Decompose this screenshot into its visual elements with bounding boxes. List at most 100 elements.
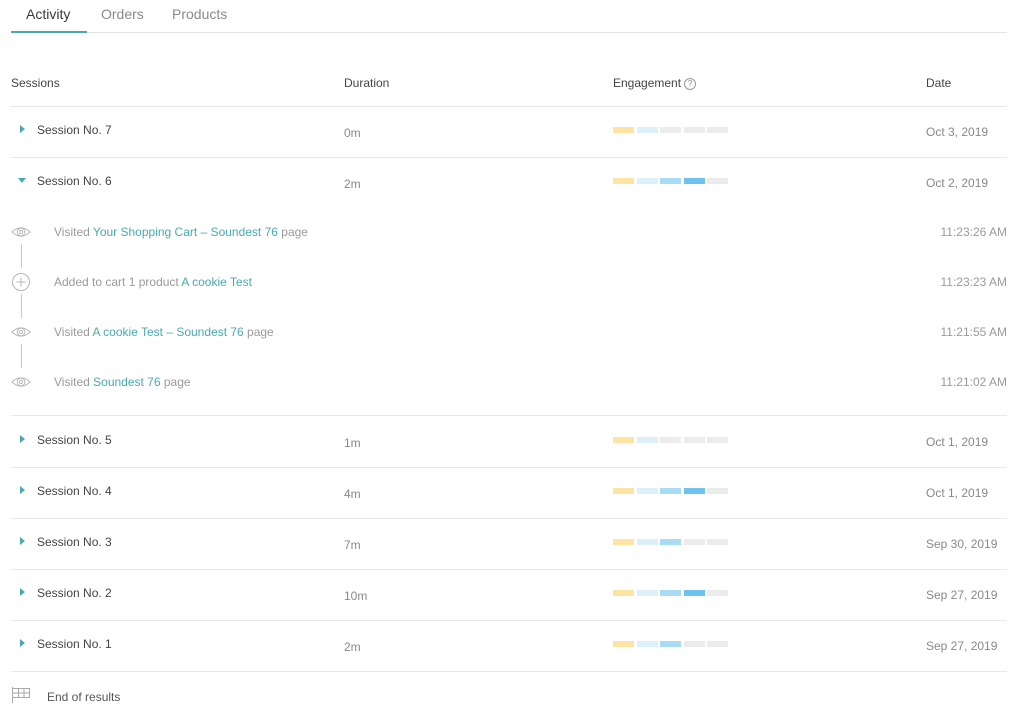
caret-right-icon[interactable]	[20, 486, 25, 494]
caret-right-icon[interactable]	[20, 435, 25, 443]
engagement-segment	[613, 127, 634, 133]
engagement-segment	[707, 437, 728, 443]
engagement-segment	[636, 539, 658, 545]
activity-link[interactable]: Your Shopping Cart – Soundest 76	[93, 225, 278, 239]
engagement-segment	[636, 641, 658, 647]
engagement-segment	[683, 178, 705, 184]
session-row[interactable]: Session No. 3 7m Sep 30, 2019	[11, 518, 1007, 570]
header-sessions: Sessions	[11, 76, 60, 90]
session-date: Oct 1, 2019	[926, 486, 989, 500]
activity-item: Visited A cookie Test – Soundest 76 page…	[11, 322, 1007, 342]
engagement-segment	[613, 488, 634, 494]
engagement-segment	[707, 488, 728, 494]
session-name[interactable]: Session No. 2	[37, 586, 112, 600]
session-name[interactable]: Session No. 6	[37, 174, 112, 188]
caret-right-icon[interactable]	[20, 125, 25, 133]
session-row[interactable]: Session No. 2 10m Sep 27, 2019	[11, 569, 1007, 621]
engagement-bar	[613, 539, 731, 545]
header-engagement-label: Engagement	[613, 76, 682, 90]
engagement-bar	[613, 437, 731, 443]
session-duration: 2m	[344, 177, 361, 191]
activity-text: Added to cart 1 product A cookie Test	[54, 275, 252, 289]
activity-link[interactable]: A cookie Test	[181, 275, 252, 289]
engagement-bar	[613, 178, 731, 184]
session-duration: 0m	[344, 126, 361, 140]
activity-suffix: page	[277, 225, 308, 239]
eye-icon	[11, 377, 31, 387]
caret-right-icon[interactable]	[20, 537, 25, 545]
tab-orders[interactable]: Orders	[101, 6, 144, 22]
activity-prefix: Visited	[54, 325, 93, 339]
engagement-segment	[683, 127, 705, 133]
tab-products[interactable]: Products	[172, 6, 227, 22]
activity-suffix: page	[243, 325, 274, 339]
session-name[interactable]: Session No. 3	[37, 535, 112, 549]
activity-suffix: page	[160, 375, 191, 389]
engagement-segment	[660, 590, 681, 596]
timeline-connector	[21, 344, 22, 368]
header-duration: Duration	[344, 76, 390, 90]
timeline-connector	[21, 294, 22, 318]
session-date: Sep 30, 2019	[926, 537, 998, 551]
session-row[interactable]: Session No. 5 1m Oct 1, 2019	[11, 416, 1007, 468]
caret-right-icon[interactable]	[20, 639, 25, 647]
engagement-segment	[707, 590, 728, 596]
session-name[interactable]: Session No. 7	[37, 123, 112, 137]
engagement-bar	[613, 641, 731, 647]
engagement-segment	[613, 641, 634, 647]
header-engagement: Engagement?	[613, 76, 697, 90]
session-row[interactable]: Session No. 7 0m Oct 3, 2019	[11, 106, 1007, 158]
help-icon[interactable]: ?	[684, 78, 697, 90]
engagement-segment	[707, 178, 728, 184]
activity-time: 11:21:02 AM	[940, 375, 1008, 389]
engagement-segment	[660, 127, 681, 133]
header-date: Date	[926, 76, 952, 90]
engagement-bar	[613, 127, 731, 133]
engagement-segment	[613, 590, 634, 596]
session-duration: 7m	[344, 538, 361, 552]
engagement-segment	[636, 488, 658, 494]
activity-time: 11:23:23 AM	[940, 275, 1008, 289]
engagement-segment	[707, 539, 728, 545]
session-date: Sep 27, 2019	[926, 639, 998, 653]
session-name[interactable]: Session No. 1	[37, 637, 112, 651]
session-date: Oct 3, 2019	[926, 125, 989, 139]
activity-time: 11:21:55 AM	[940, 325, 1008, 339]
session-date: Oct 1, 2019	[926, 435, 989, 449]
engagement-segment	[660, 178, 681, 184]
eye-icon	[11, 227, 31, 237]
session-name[interactable]: Session No. 5	[37, 433, 112, 447]
grid-flag-icon	[12, 687, 30, 703]
session-name[interactable]: Session No. 4	[37, 484, 112, 498]
tab-activity[interactable]: Activity	[26, 6, 70, 22]
session-row[interactable]: Session No. 4 4m Oct 1, 2019	[11, 467, 1007, 519]
timeline-connector	[21, 244, 22, 268]
engagement-segment	[683, 641, 705, 647]
activity-item: Visited Your Shopping Cart – Soundest 76…	[11, 222, 1007, 242]
engagement-segment	[660, 641, 681, 647]
engagement-segment	[613, 178, 634, 184]
session-duration: 4m	[344, 487, 361, 501]
activity-text: Visited Soundest 76 page	[54, 375, 191, 389]
engagement-segment	[707, 641, 728, 647]
engagement-segment	[636, 178, 658, 184]
caret-right-icon[interactable]	[20, 588, 25, 596]
activity-prefix: Added to cart 1 product	[54, 275, 182, 289]
activity-item: Visited Soundest 76 page 11:21:02 AM	[11, 372, 1007, 392]
engagement-segment	[660, 539, 681, 545]
activity-time: 11:23:26 AM	[940, 225, 1008, 239]
divider	[11, 415, 1007, 416]
activity-link[interactable]: A cookie Test – Soundest 76	[92, 325, 243, 339]
activity-text: Visited Your Shopping Cart – Soundest 76…	[54, 225, 308, 239]
session-row[interactable]: Session No. 6 2m Oct 2, 2019	[11, 157, 1007, 208]
activity-link[interactable]: Soundest 76	[93, 375, 160, 389]
engagement-segment	[613, 539, 634, 545]
end-of-results-label: End of results	[47, 690, 121, 704]
engagement-segment	[636, 590, 658, 596]
engagement-segment	[660, 488, 681, 494]
activity-prefix: Visited	[54, 225, 93, 239]
activity-text: Visited A cookie Test – Soundest 76 page	[54, 325, 274, 339]
session-row[interactable]: Session No. 1 2m Sep 27, 2019	[11, 620, 1007, 672]
engagement-segment	[613, 437, 634, 443]
caret-down-icon[interactable]	[18, 178, 26, 183]
